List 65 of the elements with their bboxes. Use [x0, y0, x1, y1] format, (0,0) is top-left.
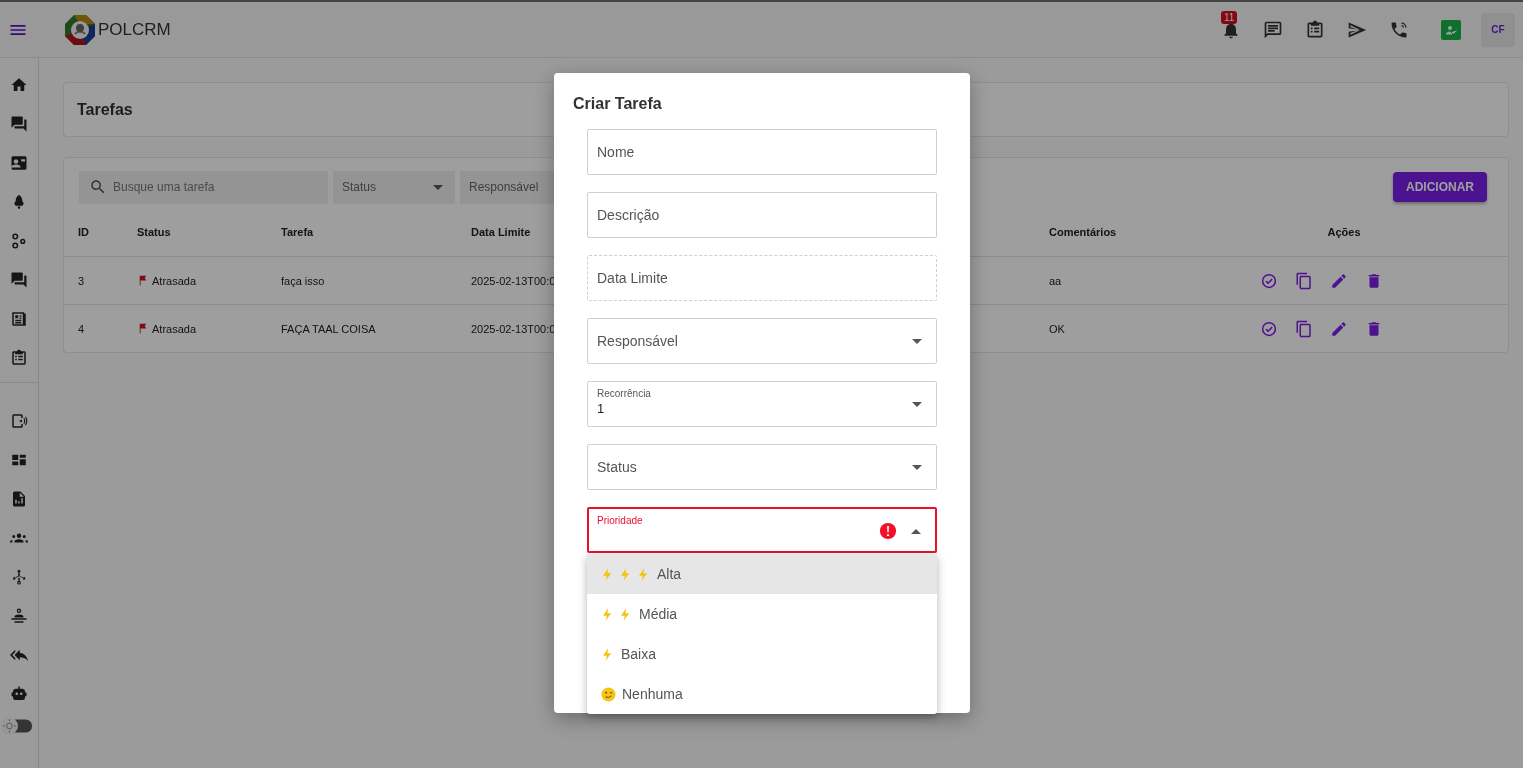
menu-option[interactable]: Alta	[587, 554, 937, 594]
table-cell-text: aa	[1049, 274, 1063, 287]
select-field[interactable]: Prioridade	[587, 507, 937, 553]
status-filter[interactable]: Status	[333, 170, 455, 204]
copy-icon[interactable]	[1295, 271, 1313, 290]
search-field[interactable]: Busque uma tarefa	[79, 170, 328, 204]
input-field[interactable]: Descrição	[587, 192, 937, 238]
octopus-logo-icon	[64, 13, 96, 46]
table-cell: 2025-02-13T00:0	[471, 274, 556, 287]
column-header: Data Limite	[471, 225, 532, 238]
clipboard-icon[interactable]	[1305, 19, 1325, 40]
column-header: Tarefa	[281, 225, 315, 238]
person-icon[interactable]	[10, 607, 28, 625]
check-circle-icon[interactable]	[1260, 319, 1278, 338]
chat-bubbles-icon[interactable]	[10, 115, 28, 133]
column-header: Status	[137, 225, 172, 238]
chat-bubbles-icon[interactable]	[10, 271, 28, 289]
date-field[interactable]: Data Limite	[587, 255, 937, 301]
report-icon[interactable]	[10, 490, 28, 508]
arrows-icon[interactable]	[10, 568, 28, 586]
table-cell: 2025-02-13T00:0	[471, 322, 556, 335]
status-text: Atrasada	[152, 322, 197, 335]
home-icon[interactable]	[10, 76, 28, 94]
table-cell-text: 3	[78, 274, 86, 287]
theme-toggle[interactable]	[0, 716, 34, 736]
phone-signal-icon[interactable]	[10, 412, 28, 430]
user-avatar[interactable]: CF	[1481, 12, 1515, 47]
menu-option[interactable]: Nenhuma	[587, 674, 937, 714]
caret-icon	[912, 402, 922, 407]
menu-option[interactable]: Média	[587, 594, 937, 634]
column-header: ID	[78, 225, 90, 238]
caret-icon	[911, 529, 921, 534]
circles-icon[interactable]	[10, 232, 28, 250]
status-text: Atrasada	[152, 274, 197, 287]
select-field[interactable]: Recorrência 1	[587, 381, 937, 427]
brand-name: POLCRM	[98, 19, 171, 40]
edit-icon[interactable]	[1330, 271, 1348, 290]
error-icon	[879, 522, 897, 540]
menu-option[interactable]: Baixa	[587, 634, 937, 674]
column-header: Comentários	[1049, 225, 1118, 238]
search-icon	[89, 177, 107, 196]
check-circle-icon[interactable]	[1260, 271, 1278, 290]
select-field[interactable]: Responsável	[587, 318, 937, 364]
caret-icon	[433, 184, 443, 190]
table-cell-text: 4	[78, 322, 86, 335]
caret-icon	[912, 338, 922, 344]
newspaper-icon[interactable]	[10, 310, 28, 328]
edit-icon[interactable]	[1330, 319, 1348, 338]
page-title: Tarefas	[77, 100, 133, 119]
table-cell-text: FAÇA TAAL COISA	[281, 322, 377, 335]
clipboard-icon[interactable]	[10, 349, 28, 367]
add-button[interactable]: ADICIONAR	[1393, 172, 1487, 202]
notification-badge: 11	[1221, 10, 1238, 24]
caret-icon	[912, 464, 922, 470]
chat-icon[interactable]	[1263, 19, 1283, 40]
table-cell-text: faça isso	[281, 274, 326, 287]
input-field[interactable]: Nome	[587, 129, 937, 175]
table-cell-text: OK	[1049, 322, 1066, 335]
copy-icon[interactable]	[1295, 319, 1313, 338]
select-field[interactable]: Status	[587, 444, 937, 490]
wink-face-icon	[601, 686, 616, 702]
robot-icon[interactable]	[10, 685, 28, 703]
dialog-title: Criar Tarefa	[573, 95, 663, 113]
column-header: Ações	[1327, 225, 1361, 238]
contact-card-icon[interactable]	[10, 154, 28, 172]
